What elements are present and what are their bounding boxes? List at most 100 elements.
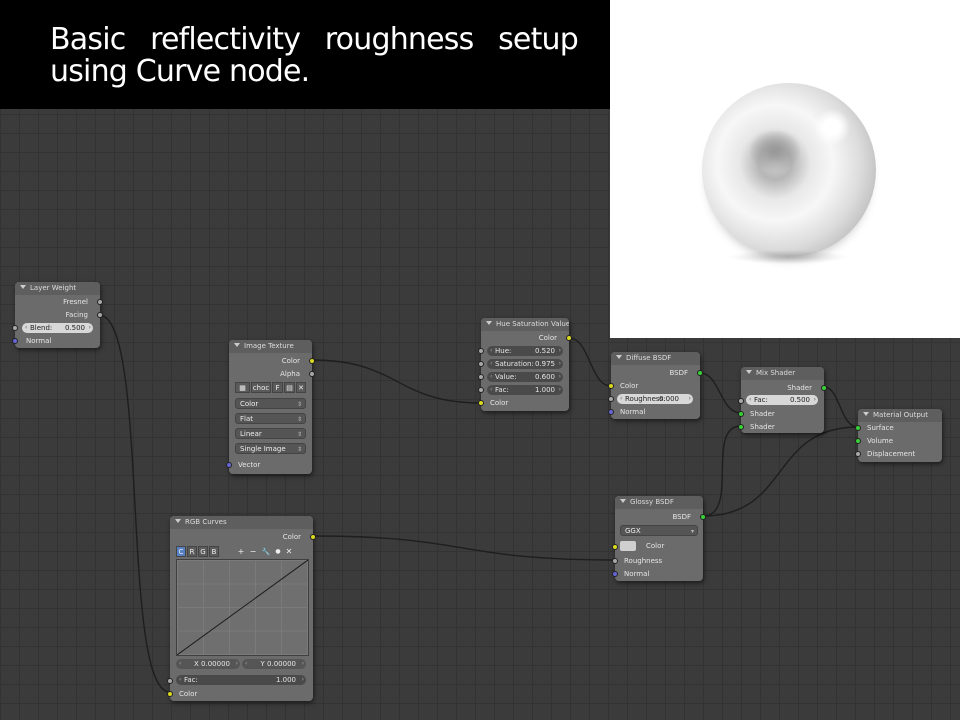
image-texture-node[interactable]: Image Texture Color Alpha ▦ choc F ▤ ✕ C… <box>226 340 315 474</box>
decrement-arrow-icon[interactable]: ‹ <box>749 395 751 405</box>
decrement-arrow-icon[interactable]: ‹ <box>620 394 622 404</box>
image-name-field[interactable]: choc <box>251 382 271 393</box>
source-dropdown[interactable]: Single Image ⇕ <box>235 443 306 454</box>
channel-r-button[interactable]: R <box>187 546 197 557</box>
channel-g-button[interactable]: G <box>198 546 208 557</box>
rgb-curves-node[interactable]: RGB Curves Color C R G B + − 🔧 ● ✕ ‹ X 0.… <box>167 516 316 701</box>
unlink-image-button[interactable]: ✕ <box>296 382 306 393</box>
curve-editor[interactable] <box>176 559 309 656</box>
decrement-arrow-icon[interactable]: ‹ <box>490 372 492 382</box>
zoom-in-icon[interactable]: + <box>236 547 246 557</box>
saturation-field[interactable]: ‹ Saturation: 0.975 › <box>487 359 563 369</box>
collapse-triangle-icon[interactable] <box>20 285 26 289</box>
increment-arrow-icon[interactable]: › <box>236 659 238 669</box>
input-normal-socket[interactable] <box>608 409 614 415</box>
channel-b-button[interactable]: B <box>209 546 219 557</box>
layer-weight-node[interactable]: Layer Weight Fresnel Facing ‹ Blend: 0.5… <box>12 282 103 348</box>
curves-fac-field[interactable]: ‹ Fac: 1.000 › <box>176 675 306 685</box>
output-bsdf-socket[interactable] <box>697 370 703 376</box>
clipping-dot-icon[interactable]: ● <box>273 547 283 557</box>
material-output-node[interactable]: Material Output Surface Volume Displacem… <box>855 409 942 462</box>
distribution-dropdown[interactable]: GGX ▾ <box>620 525 698 536</box>
projection-dropdown[interactable]: Flat ⇕ <box>235 413 306 424</box>
input-shader1-socket[interactable] <box>738 411 744 417</box>
decrement-arrow-icon[interactable]: ‹ <box>490 359 492 369</box>
output-facing-socket[interactable] <box>97 312 103 318</box>
diffuse-bsdf-node[interactable]: Diffuse BSDF BSDF Color ‹ Roughness: 0.000… <box>608 352 703 419</box>
color-space-dropdown[interactable]: Color ⇕ <box>235 398 306 409</box>
collapse-triangle-icon[interactable] <box>486 321 492 325</box>
input-surface-socket[interactable] <box>855 425 861 431</box>
fake-user-button[interactable]: F <box>272 382 283 393</box>
glossy-bsdf-node[interactable]: Glossy BSDF BSDF GGX ▾ Color Roughness No… <box>612 496 706 581</box>
input-fac-socket[interactable] <box>738 398 744 404</box>
input-color-socket[interactable] <box>612 544 618 550</box>
increment-arrow-icon[interactable]: › <box>559 346 561 356</box>
input-shader2-socket[interactable] <box>738 424 744 430</box>
input-color-socket[interactable] <box>478 400 484 406</box>
output-bsdf-socket[interactable] <box>700 514 706 520</box>
input-normal-socket[interactable] <box>612 571 618 577</box>
input-saturation-socket[interactable] <box>478 361 484 367</box>
input-value-socket[interactable] <box>478 374 484 380</box>
value-field[interactable]: ‹ Value: 0.600 › <box>487 372 563 382</box>
collapse-triangle-icon[interactable] <box>620 499 626 503</box>
collapse-triangle-icon[interactable] <box>746 370 752 374</box>
output-color-socket[interactable] <box>566 335 572 341</box>
input-fac-socket[interactable] <box>478 387 484 393</box>
output-shader-socket[interactable] <box>821 385 827 391</box>
curve-y-field[interactable]: ‹ Y 0.00000 › <box>242 659 306 669</box>
increment-arrow-icon[interactable]: › <box>559 372 561 382</box>
increment-arrow-icon[interactable]: › <box>302 675 304 685</box>
interpolation-dropdown[interactable]: Linear ⇕ <box>235 428 306 439</box>
increment-arrow-icon[interactable]: › <box>814 395 816 405</box>
input-displacement-socket[interactable] <box>855 451 861 457</box>
collapse-triangle-icon[interactable] <box>863 412 869 416</box>
mix-fac-field[interactable]: ‹ Fac: 0.500 › <box>746 395 818 405</box>
increment-arrow-icon[interactable]: › <box>689 394 691 404</box>
wrench-icon[interactable]: 🔧 <box>261 547 271 557</box>
channel-c-button[interactable]: C <box>176 546 186 557</box>
input-roughness-socket[interactable] <box>612 558 618 564</box>
input-roughness-socket[interactable] <box>608 396 614 402</box>
increment-arrow-icon[interactable]: › <box>559 359 561 369</box>
output-color-socket[interactable] <box>309 358 315 364</box>
collapse-triangle-icon[interactable] <box>175 519 181 523</box>
curve-x-field[interactable]: ‹ X 0.00000 › <box>176 659 240 669</box>
input-hue-socket[interactable] <box>478 348 484 354</box>
input-normal-socket[interactable] <box>12 338 18 344</box>
output-color-socket[interactable] <box>310 534 316 540</box>
decrement-arrow-icon[interactable]: ‹ <box>179 659 181 669</box>
increment-arrow-icon[interactable]: › <box>89 323 91 333</box>
output-alpha-socket[interactable] <box>309 371 315 377</box>
collapse-triangle-icon[interactable] <box>616 355 622 359</box>
input-color-socket[interactable] <box>608 383 614 389</box>
image-browse-button[interactable]: ▦ <box>235 382 250 393</box>
input-fac-socket[interactable] <box>167 678 173 684</box>
mix-shader-node[interactable]: Mix Shader Shader ‹ Fac: 0.500 › Shader Sha… <box>738 367 827 433</box>
decrement-arrow-icon[interactable]: ‹ <box>25 323 27 333</box>
open-image-button[interactable]: ▤ <box>284 382 295 393</box>
output-fresnel-socket[interactable] <box>97 299 103 305</box>
decrement-arrow-icon[interactable]: ‹ <box>490 385 492 395</box>
fac-field[interactable]: ‹ Fac: 1.000 › <box>487 385 563 395</box>
increment-arrow-icon[interactable]: › <box>302 659 304 669</box>
increment-arrow-icon[interactable]: › <box>559 385 561 395</box>
input-shader2-label: Shader <box>750 423 775 431</box>
collapse-triangle-icon[interactable] <box>234 343 240 347</box>
decrement-arrow-icon[interactable]: ‹ <box>179 675 181 685</box>
zoom-out-icon[interactable]: − <box>248 547 258 557</box>
blend-field[interactable]: ‹ Blend: 0.500 › <box>22 323 93 333</box>
decrement-arrow-icon[interactable]: ‹ <box>245 659 247 669</box>
roughness-field[interactable]: ‹ Roughness: 0.000 › <box>617 394 693 404</box>
decrement-arrow-icon[interactable]: ‹ <box>490 346 492 356</box>
input-volume-socket[interactable] <box>855 438 861 444</box>
input-vector-socket[interactable] <box>226 462 232 468</box>
delete-point-icon[interactable]: ✕ <box>284 547 294 557</box>
close-icon: ✕ <box>298 384 304 392</box>
input-blend-socket[interactable] <box>12 325 18 331</box>
hue-saturation-value-node[interactable]: Hue Saturation Value Color ‹ Hue: 0.520 › ‹… <box>478 318 572 411</box>
color-swatch[interactable] <box>620 541 636 551</box>
input-color-socket[interactable] <box>167 691 173 697</box>
hue-field[interactable]: ‹ Hue: 0.520 › <box>487 346 563 356</box>
